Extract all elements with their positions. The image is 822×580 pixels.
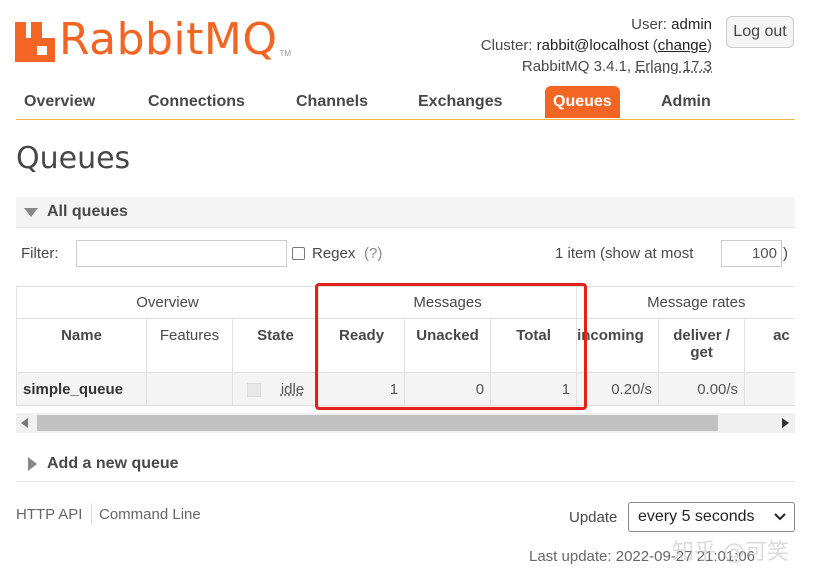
rabbitmq-logo[interactable]: RabbitMQ TM (15, 12, 291, 62)
col-deliver-get[interactable]: deliver / get (658, 318, 746, 373)
footer-separator (91, 503, 92, 525)
scroll-right-arrow-icon[interactable] (782, 418, 789, 428)
cluster-label: Cluster: (480, 37, 533, 54)
logo-tm: TM (279, 49, 292, 58)
change-cluster-link[interactable]: change (658, 37, 707, 54)
item-count-text: 1 item (show at most (555, 245, 694, 262)
queue-incoming-rate: 0.20/s (576, 372, 660, 406)
cluster-name: rabbit@localhost (536, 37, 649, 54)
http-api-link[interactable]: HTTP API (16, 506, 82, 523)
queue-deliver-get-rate: 0.00/s (658, 372, 746, 406)
user-label: User: (631, 16, 667, 33)
collapse-triangle-icon (24, 208, 38, 217)
col-name[interactable]: Name (16, 318, 147, 373)
update-label: Update (569, 509, 618, 526)
tab-admin[interactable]: Admin (661, 86, 711, 118)
queue-state-text: idle (280, 380, 305, 398)
regex-help-link[interactable]: (?) (364, 245, 382, 262)
update-interval-select[interactable]: every 5 seconds (628, 502, 795, 532)
tab-overview[interactable]: Overview (24, 86, 95, 118)
messages-highlight-box (315, 283, 587, 410)
queue-features (146, 372, 233, 406)
command-line-link[interactable]: Command Line (99, 506, 201, 523)
section-divider (16, 481, 795, 482)
expand-triangle-icon[interactable] (28, 457, 37, 471)
change-paren-close: ) (707, 37, 712, 54)
tab-exchanges[interactable]: Exchanges (418, 86, 502, 118)
regex-checkbox[interactable] (292, 247, 305, 260)
chevron-down-icon (774, 513, 786, 521)
col-incoming[interactable]: incoming (576, 318, 660, 373)
all-queues-label: All queues (47, 203, 128, 220)
queue-ack-rate (744, 372, 795, 406)
horizontal-scrollbar[interactable] (16, 413, 795, 433)
filter-label: Filter: (21, 245, 59, 262)
queue-name-link[interactable]: simple_queue (16, 372, 147, 406)
filter-input[interactable] (76, 240, 287, 267)
update-interval-value: every 5 seconds (638, 508, 755, 525)
add-new-queue-toggle[interactable]: Add a new queue (47, 455, 179, 473)
group-header-message-rates: Message rates (576, 286, 795, 319)
col-ack[interactable]: ac (744, 318, 795, 373)
logout-button[interactable]: Log out (726, 16, 794, 48)
main-nav-tabs: Overview Connections Channels Exchanges … (16, 86, 795, 120)
logo-wordmark: RabbitMQ (59, 14, 278, 65)
all-queues-toggle[interactable]: All queues (16, 197, 795, 228)
group-header-overview: Overview (16, 286, 320, 319)
rabbit-logo-icon (15, 22, 55, 62)
queue-state: idle (231, 372, 320, 406)
tab-connections[interactable]: Connections (148, 86, 245, 118)
state-indicator-icon (246, 382, 261, 397)
col-state[interactable]: State (231, 318, 320, 373)
max-items-input[interactable]: 100 (721, 240, 782, 267)
tab-channels[interactable]: Channels (296, 86, 368, 118)
scrollbar-thumb[interactable] (37, 415, 718, 431)
max-items-close-paren: ) (783, 245, 788, 262)
version-text: RabbitMQ 3.4.1, (521, 58, 632, 75)
regex-label[interactable]: Regex (312, 245, 355, 262)
user-name: admin (671, 16, 712, 33)
scroll-left-arrow-icon[interactable] (21, 418, 28, 428)
watermark: 知乎 @可笑 (672, 540, 789, 565)
user-info: User: admin Cluster: rabbit@localhost (c… (481, 14, 712, 77)
tab-queues[interactable]: Queues (545, 86, 620, 118)
erlang-version: Erlang 17.3 (635, 58, 712, 75)
page-title: Queues (16, 141, 131, 176)
col-features: Features (146, 318, 233, 373)
